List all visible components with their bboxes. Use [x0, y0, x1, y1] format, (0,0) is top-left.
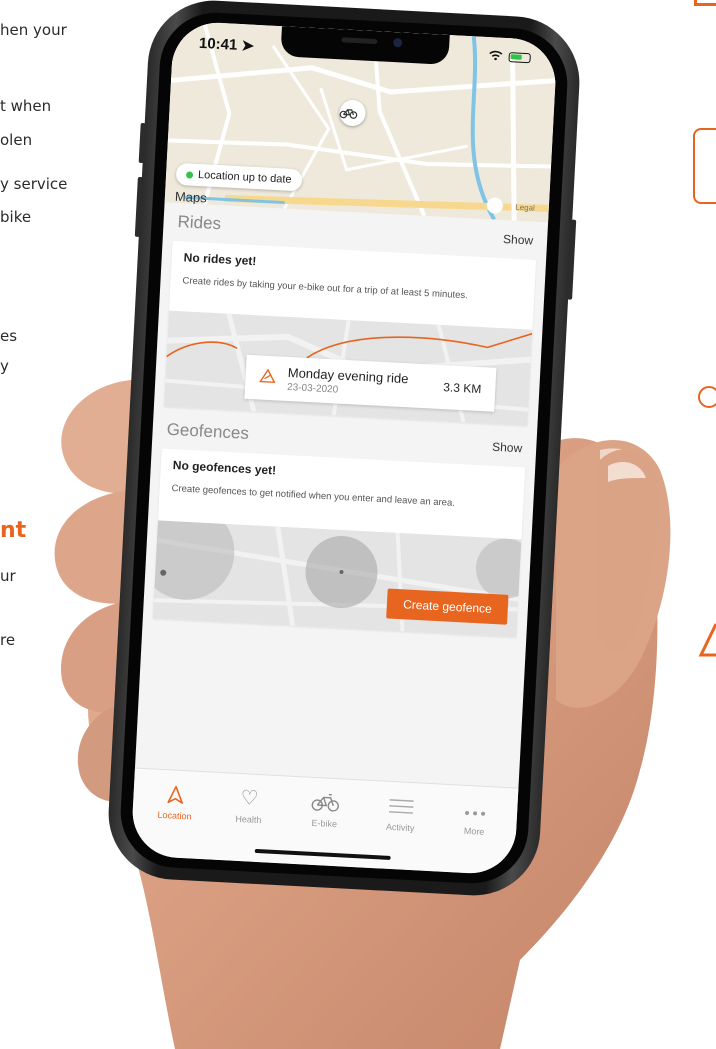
geofences-empty-body: Create geofences to get notified when yo… — [171, 483, 456, 509]
tab-label: More — [463, 825, 485, 837]
rides-empty-body: Create rides by taking your e-bike out f… — [182, 275, 469, 302]
maps-attribution: Maps — [174, 188, 208, 206]
status-icons — [488, 49, 531, 65]
speaker — [341, 37, 378, 45]
location-arrow-icon — [141, 779, 210, 811]
rides-empty-title: No rides yet! — [183, 250, 257, 269]
heart-icon: ♡ — [239, 787, 260, 810]
camera — [393, 38, 403, 48]
list-icon — [367, 791, 436, 823]
create-geofence-button[interactable]: Create geofence — [386, 588, 509, 625]
geofences-empty-title: No geofences yet! — [172, 458, 277, 478]
geofences-show-link[interactable]: Show — [492, 440, 523, 456]
app-screen: 10:41 ➤ Location up to date Maps Legal R… — [130, 20, 558, 876]
status-time: 10:41 ➤ — [198, 34, 255, 55]
tab-label: E-bike — [311, 817, 338, 830]
rides-card: No rides yet! Create rides by taking you… — [163, 240, 537, 426]
geofences-preview-map: Create geofence — [152, 520, 522, 638]
ride-distance: 3.3 KM — [442, 380, 482, 397]
volume-button — [138, 122, 146, 164]
location-status-text: Location up to date — [197, 168, 292, 186]
wifi-icon — [488, 49, 503, 64]
tab-activity[interactable]: Activity — [365, 791, 436, 844]
route-icon — [259, 368, 278, 387]
tab-label: Location — [157, 809, 192, 822]
geofences-card: No geofences yet! Create geofences to ge… — [152, 448, 526, 638]
rides-preview-map: Monday evening ride 23-03-2020 3.3 KM — [163, 310, 533, 426]
bike-icon — [291, 787, 360, 819]
tab-label: Activity — [385, 821, 415, 834]
tab-more[interactable]: More — [439, 795, 510, 848]
tab-ebike[interactable]: E-bike — [290, 787, 361, 840]
home-indicator[interactable] — [254, 848, 391, 860]
tab-health[interactable]: ♡ Health — [214, 783, 285, 836]
more-dots-icon — [441, 795, 510, 827]
ride-date: 23-03-2020 — [286, 381, 339, 396]
location-arrow-icon: ➤ — [241, 37, 255, 55]
legal-link[interactable]: Legal — [515, 203, 535, 213]
status-dot-icon — [185, 170, 194, 179]
geofences-title: Geofences — [166, 419, 250, 443]
tab-location[interactable]: Location — [140, 779, 211, 832]
battery-icon — [508, 52, 531, 64]
rides-show-link[interactable]: Show — [503, 232, 534, 248]
phone-device: 10:41 ➤ Location up to date Maps Legal R… — [105, 0, 583, 899]
rides-title: Rides — [177, 211, 222, 234]
tab-label: Health — [235, 813, 262, 826]
